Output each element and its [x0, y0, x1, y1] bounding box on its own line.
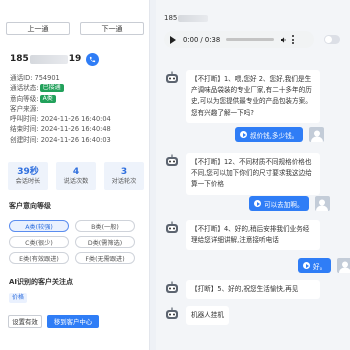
focus-tag: 价格: [9, 293, 28, 303]
user-message-bubble[interactable]: 叔价钱,多少钱。: [235, 127, 304, 142]
action-buttons: 设置有效 移到客户中心: [8, 315, 99, 328]
created-time-value: 2024-11-26 16:40:03: [40, 135, 111, 144]
call-id-row: 通话ID: 754901: [10, 73, 145, 83]
bot-message-text: 【不打断】1、喂,您好 2、您好,我们是生产调味品袋装的专业厂家,有二十多年的历…: [186, 70, 320, 123]
intent-grade-options: A类(较强) B类(一般) C类(很少) D类(需筛选) E类(有效跟进) F类…: [9, 220, 139, 264]
voice-play-icon[interactable]: [254, 200, 261, 207]
conversation-panel: 185 0:00 / 0:38 【不打断】1、喂,您好 2、您好,我们是生产调味…: [156, 0, 350, 350]
stat-label: 说话次数: [63, 177, 89, 185]
user-message: 叔价钱,多少钱。: [235, 127, 325, 142]
user-message: 好。: [298, 258, 350, 273]
call-navigation: 上一通 下一通: [6, 22, 144, 36]
info-label: 通话ID:: [10, 74, 33, 82]
user-message-bubble[interactable]: 可以去加啊。: [249, 196, 309, 211]
info-label: 呼叫时间:: [10, 115, 39, 124]
call-status-badge: 已接通: [39, 84, 64, 93]
phone-masked-digits: [29, 54, 68, 64]
bot-message: 【打断】5、好的,祝您生活愉快,再见: [164, 280, 320, 300]
bot-hangup-text: 机器人挂机: [186, 306, 229, 326]
grade-option-e[interactable]: E类(有效跟进): [9, 252, 69, 264]
focus-section-title: AI识别的客户关注点: [9, 278, 74, 286]
customer-phone: 185 19: [10, 52, 100, 66]
move-to-center-button[interactable]: 移到客户中心: [47, 315, 99, 328]
bot-message: 机器人挂机: [164, 306, 229, 326]
phone-call-icon[interactable]: [86, 52, 100, 66]
end-time-value: 2024-11-26 16:40:48: [40, 125, 111, 134]
bot-message-text: 【不打断】12、不同材质不同规格价格也不同,您可以加下你们的尺寸要求我这边给算一…: [186, 153, 320, 195]
bot-message: 【不打断】4、好的,稍后安排我们业务经理给您详细讲解,注意接听电话: [164, 220, 320, 251]
grade-option-d[interactable]: D类(需筛选): [75, 236, 135, 248]
info-label: 客户来源:: [10, 104, 39, 113]
robot-avatar-icon: [166, 71, 178, 83]
volume-icon[interactable]: [280, 36, 288, 44]
info-label: 结束时间:: [10, 125, 39, 134]
customer-source-row: 客户来源:: [10, 104, 145, 114]
call-status-row: 通话状态: 已接通: [10, 83, 145, 93]
chat-transcript: 【不打断】1、喂,您好 2、您好,我们是生产调味品袋装的专业厂家,有二十多年的历…: [156, 58, 350, 350]
info-label: 通话状态:: [10, 84, 39, 93]
info-label: 意向等级:: [10, 94, 39, 103]
grade-option-c[interactable]: C类(很少): [9, 236, 69, 248]
prev-call-button[interactable]: 上一通: [6, 22, 70, 35]
stat-duration: 39秒 会话时长: [8, 162, 48, 190]
recording-phone: 185: [164, 14, 209, 22]
bot-message-text: 【打断】5、好的,祝您生活愉快,再见: [186, 280, 320, 300]
user-message-text: 好。: [313, 262, 327, 271]
end-time-row: 结束时间: 2024-11-26 16:40:48: [10, 124, 145, 134]
robot-avatar-icon: [166, 281, 178, 293]
stat-value: 39秒: [17, 166, 39, 177]
auto-play-toggle[interactable]: [324, 35, 340, 44]
phone-suffix: 19: [68, 54, 82, 64]
more-options-icon[interactable]: [292, 35, 295, 44]
info-label: 创建时间:: [10, 135, 39, 144]
user-avatar-icon: [309, 127, 325, 142]
set-valid-button[interactable]: 设置有效: [8, 315, 42, 328]
next-call-button[interactable]: 下一通: [80, 22, 144, 35]
intent-section-title: 客户意向等级: [9, 202, 51, 210]
user-message-text: 叔价钱,多少钱。: [250, 131, 299, 140]
user-message-bubble[interactable]: 好。: [298, 258, 332, 273]
voice-play-icon[interactable]: [303, 262, 310, 269]
user-message: 可以去加啊。: [249, 196, 330, 211]
playback-progress[interactable]: [226, 38, 275, 41]
call-time-row: 呼叫时间: 2024-11-26 16:40:04: [10, 114, 145, 124]
recording-phone-prefix: 185: [164, 14, 178, 22]
robot-avatar-icon: [166, 221, 178, 233]
playback-time: 0:00 / 0:38: [183, 35, 221, 44]
created-time-row: 创建时间: 2024-11-26 16:40:03: [10, 135, 145, 145]
call-id-value: 754901: [34, 74, 60, 82]
call-stats: 39秒 会话时长 4 说话次数 3 对话轮次: [8, 162, 144, 190]
recording-phone-masked: [178, 14, 209, 22]
bot-message-text: 【不打断】4、好的,稍后安排我们业务经理给您详细讲解,注意接听电话: [186, 220, 320, 251]
stat-rounds: 3 对话轮次: [104, 162, 144, 190]
audio-player: 0:00 / 0:38: [164, 31, 314, 48]
stat-value: 3: [120, 166, 128, 177]
bot-message: 【不打断】1、喂,您好 2、您好,我们是生产调味品袋装的专业厂家,有二十多年的历…: [164, 70, 320, 123]
stat-value: 4: [72, 166, 80, 177]
stat-label: 会话时长: [15, 177, 41, 185]
grade-option-b[interactable]: B类(一般): [75, 220, 135, 232]
call-info-list: 通话ID: 754901 通话状态: 已接通 意向等级: A类 客户来源: 呼叫…: [10, 73, 145, 145]
bot-message: 【不打断】12、不同材质不同规格价格也不同,您可以加下你们的尺寸要求我这边给算一…: [164, 153, 320, 195]
stat-label: 对话轮次: [111, 177, 137, 185]
play-icon[interactable]: [170, 35, 176, 44]
robot-avatar-icon: [166, 154, 178, 166]
call-time-value: 2024-11-26 16:40:04: [40, 115, 111, 124]
stat-speak-count: 4 说话次数: [56, 162, 96, 190]
call-detail-panel: 上一通 下一通 185 19 通话ID: 754901 通话状态: 已接通 意向…: [0, 0, 150, 350]
intent-level-row: 意向等级: A类: [10, 94, 145, 104]
phone-prefix: 185: [10, 54, 29, 64]
voice-play-icon[interactable]: [240, 131, 247, 138]
grade-option-a[interactable]: A类(较强): [9, 220, 69, 232]
intent-level-badge: A类: [39, 94, 56, 103]
user-avatar-icon: [314, 196, 330, 211]
robot-avatar-icon: [166, 307, 178, 319]
user-avatar-icon: [337, 258, 350, 273]
grade-option-f[interactable]: F类(无需跟进): [75, 252, 135, 264]
user-message-text: 可以去加啊。: [264, 200, 304, 209]
